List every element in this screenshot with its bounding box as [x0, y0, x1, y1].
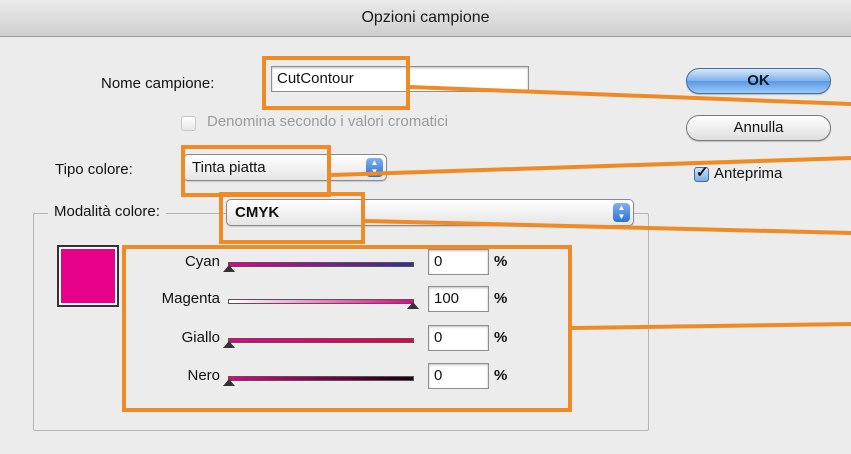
color-mode-label: Modalità colore:: [48, 203, 166, 220]
annotation-box-color-mode: [219, 192, 365, 244]
cancel-button[interactable]: Annulla: [686, 115, 831, 141]
annotation-box-color-type: [181, 145, 331, 197]
window-title: Opzioni campione: [0, 0, 851, 37]
name-by-values-checkbox[interactable]: [181, 116, 196, 131]
color-type-label: Tipo colore:: [55, 161, 133, 178]
popup-arrows-icon: ▲ ▼: [366, 158, 383, 177]
swatch-name-label: Nome campione:: [101, 75, 215, 92]
preview-label: Anteprima: [714, 165, 783, 182]
annotation-box-sliders: [122, 245, 572, 412]
name-by-values-label: Denomina secondo i valori cromatici: [207, 113, 448, 130]
checkmark-icon: ✓: [696, 164, 709, 181]
annotation-box-swatch-name: [262, 56, 410, 110]
popup-arrows-icon: ▲ ▼: [613, 203, 630, 222]
ok-button[interactable]: OK: [686, 68, 831, 94]
preview-checkbox[interactable]: ✓: [694, 164, 709, 182]
